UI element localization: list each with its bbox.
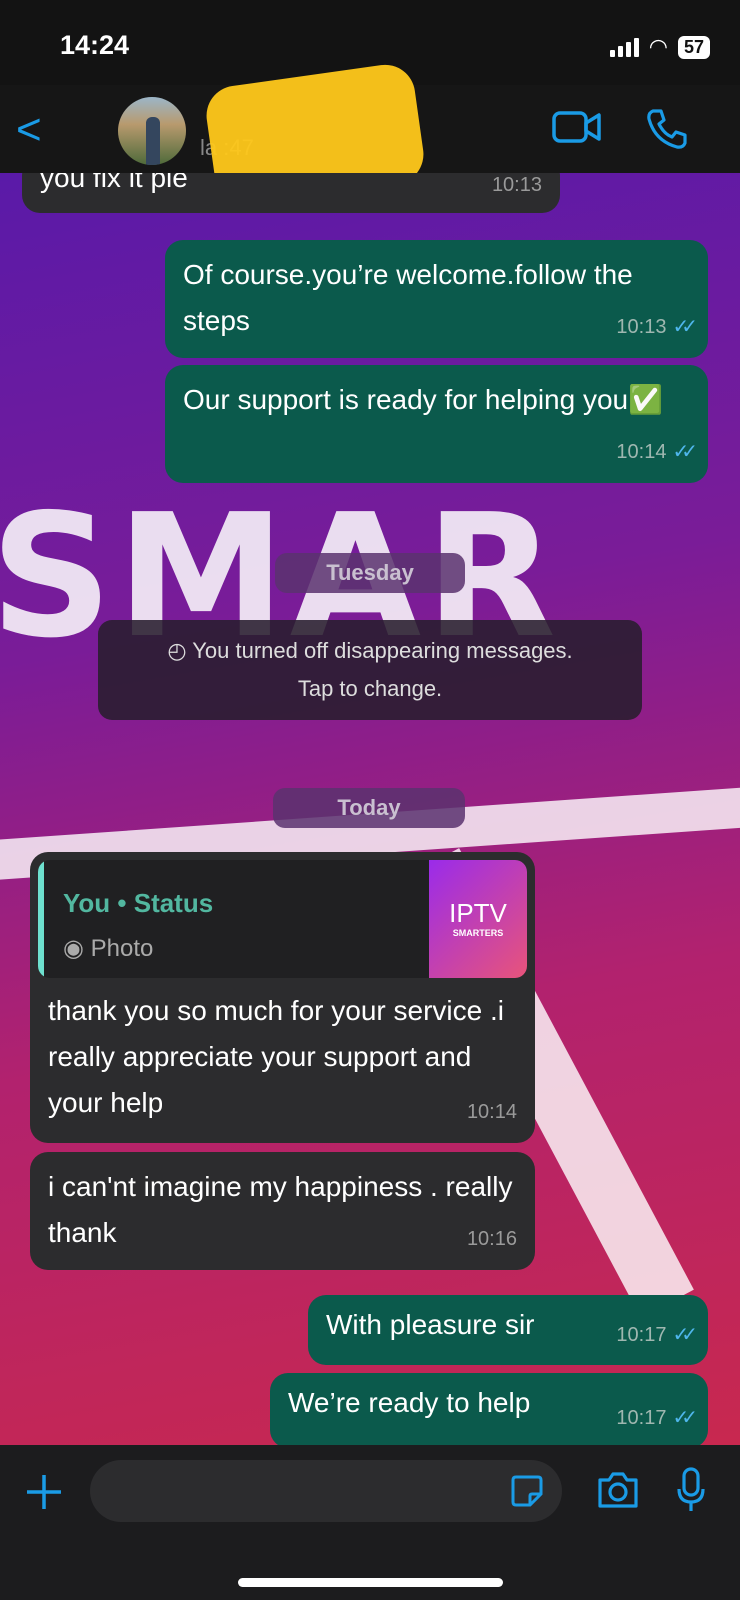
message-time: 10:13 <box>616 316 667 338</box>
microphone-icon[interactable] <box>676 1467 706 1513</box>
message-text: thank you so much for your service .i re… <box>48 995 504 1118</box>
read-receipt-icon: ✓✓ <box>672 441 697 463</box>
avatar[interactable] <box>118 97 186 165</box>
chat-area[interactable]: SMAR you fix it ple 10:13 Of course.you’… <box>0 173 740 1445</box>
phone-call-icon[interactable] <box>645 107 689 151</box>
message-outgoing[interactable]: Our support is ready for helping you✅ 10… <box>165 365 708 483</box>
camera-icon[interactable] <box>596 1470 640 1510</box>
message-incoming[interactable]: you fix it ple 10:13 <box>22 173 560 213</box>
quoted-status[interactable]: You • Status ◉ Photo IPTV SMARTERS <box>38 860 527 978</box>
message-input[interactable] <box>90 1460 562 1522</box>
quote-subtitle: Photo <box>90 935 154 962</box>
disappearing-messages-notice[interactable]: ◴ You turned off disappearing messages. … <box>98 620 642 720</box>
status-thumbnail: IPTV SMARTERS <box>429 860 527 978</box>
message-time: 10:14 <box>466 1101 517 1123</box>
composer-bar <box>0 1445 740 1600</box>
battery-icon: 57 <box>677 35 710 59</box>
read-receipt-icon: ✓✓ <box>672 316 697 338</box>
message-text: Of course.you’re welcome.follow the step… <box>183 259 633 336</box>
message-text: Our support is ready for helping you✅ <box>183 384 663 415</box>
message-time: 10:16 <box>466 1228 517 1250</box>
notice-text: You turned off disappearing messages. <box>192 638 573 663</box>
message-time: 10:13 <box>491 174 542 196</box>
wifi-icon: ◠ <box>648 34 668 59</box>
message-outgoing[interactable]: With pleasure sir 10:17 ✓✓ <box>308 1295 708 1365</box>
date-separator-tuesday: Tuesday <box>275 553 465 593</box>
thumb-logo-sub: SMARTERS <box>452 928 504 938</box>
message-text: i can'nt imagine my happiness . really t… <box>48 1171 513 1248</box>
tap-to-change-link[interactable]: Tap to change. <box>98 670 642 708</box>
message-incoming[interactable]: i can'nt imagine my happiness . really t… <box>30 1152 535 1270</box>
back-button[interactable]: < <box>16 105 42 155</box>
video-call-icon[interactable] <box>552 107 602 147</box>
read-receipt-icon: ✓✓ <box>672 1407 697 1429</box>
message-outgoing[interactable]: Of course.you’re welcome.follow the step… <box>165 240 708 358</box>
chat-header: < la :47 <box>0 60 740 210</box>
plus-icon[interactable] <box>25 1473 63 1511</box>
sticker-icon[interactable] <box>510 1474 544 1508</box>
quote-title: You • Status <box>63 888 214 918</box>
message-time: 10:17 <box>616 1407 667 1429</box>
read-receipt-icon: ✓✓ <box>672 1324 697 1346</box>
home-indicator[interactable] <box>238 1578 503 1587</box>
message-time: 10:17 <box>616 1324 667 1346</box>
date-separator-today: Today <box>273 788 465 828</box>
timer-icon: ◴ <box>167 638 193 663</box>
clock: 14:24 <box>60 30 130 60</box>
message-text: you fix it ple <box>40 173 188 193</box>
thumb-logo-text: IPTV <box>449 898 507 928</box>
signal-icon <box>609 37 639 57</box>
message-outgoing[interactable]: We’re ready to help 10:17 ✓✓ <box>270 1373 708 1445</box>
message-text: We’re ready to help <box>288 1387 531 1418</box>
message-time: 10:14 <box>616 441 667 463</box>
camera-icon: ◉ <box>63 935 91 962</box>
message-incoming-reply[interactable]: You • Status ◉ Photo IPTV SMARTERS thank… <box>30 852 535 1143</box>
message-text: With pleasure sir <box>326 1309 535 1340</box>
